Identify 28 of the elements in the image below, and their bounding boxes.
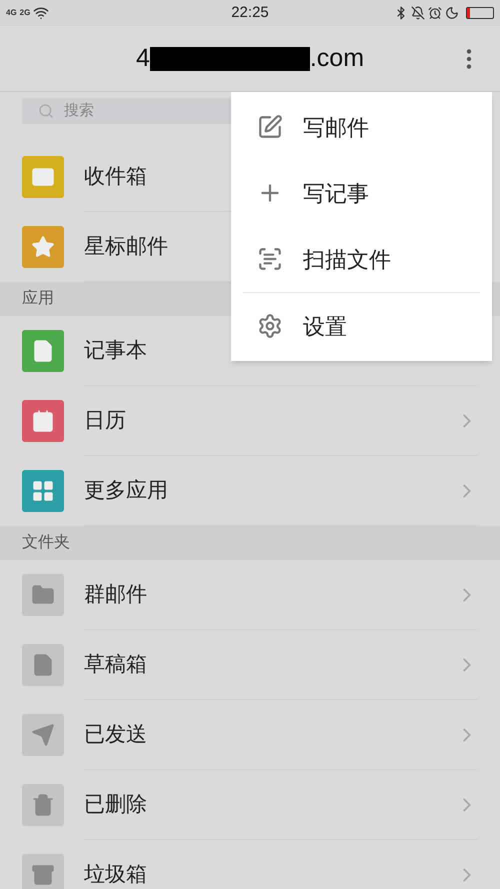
list-item-label[interactable]: 垃圾箱 (84, 858, 456, 889)
search-placeholder: 搜索 (64, 100, 94, 121)
scan-icon (257, 246, 283, 272)
menu-item[interactable]: 写邮件 (231, 94, 492, 160)
alarm-icon (428, 6, 442, 20)
bell-off-icon (410, 6, 425, 20)
list-item-label[interactable]: 更多应用 (84, 474, 456, 506)
list-item-label[interactable]: 草稿箱 (84, 648, 456, 680)
search-icon (38, 103, 54, 119)
account-title: 4 (136, 42, 150, 74)
section-header: 文件夹 (22, 532, 70, 553)
menu-item[interactable]: 设置 (231, 293, 492, 359)
list-item-label[interactable]: 已删除 (84, 788, 456, 820)
wifi-icon (33, 5, 50, 21)
menu-item[interactable]: 扫描文件 (231, 226, 492, 292)
status-time: 22:25 (231, 2, 269, 23)
list-item-label[interactable]: 已发送 (84, 718, 456, 750)
list-item-label[interactable]: 群邮件 (84, 578, 456, 610)
menu-item[interactable]: 写记事 (231, 160, 492, 226)
battery-icon (466, 7, 494, 19)
compose-icon (257, 114, 283, 140)
list-item-label[interactable]: 日历 (84, 404, 456, 436)
section-header: 应用 (22, 288, 54, 309)
moon-icon (444, 6, 459, 20)
signal-label: 2G (20, 7, 30, 19)
signal-label: 4G (6, 7, 17, 19)
account-title: .com (310, 42, 364, 74)
gear-icon (257, 313, 283, 339)
